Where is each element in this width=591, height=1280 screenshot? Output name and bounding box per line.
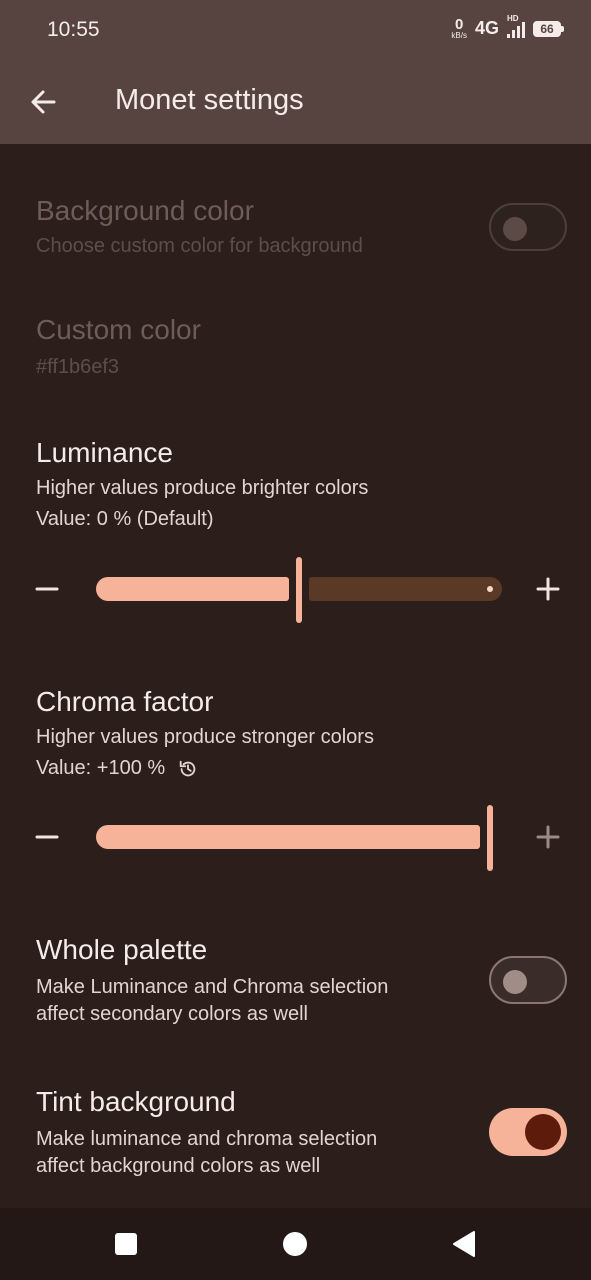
chroma-factor-value: Value: +100 %: [36, 757, 166, 779]
slider-track-active: [96, 825, 480, 849]
tint-background-description-line2: affect background colors as well: [36, 1155, 321, 1177]
triangle-back-icon[interactable]: [450, 1230, 478, 1258]
minus-icon[interactable]: [27, 569, 67, 609]
background-color-toggle[interactable]: [489, 203, 567, 251]
chroma-factor-title: Chroma factor: [36, 686, 214, 717]
luminance-value: Value: 0 % (Default): [36, 508, 214, 530]
arrow-left-icon: [31, 90, 56, 114]
slider-thumb[interactable]: [487, 805, 493, 871]
tint-background-toggle[interactable]: [489, 1108, 567, 1156]
square-icon[interactable]: [112, 1230, 140, 1258]
status-icons: 0 kB/s 4G HD 66: [451, 14, 564, 40]
status-bar: 10:55 0 kB/s 4G HD 66: [0, 0, 591, 60]
setting-luminance: Luminance Higher values produce brighter…: [36, 437, 368, 531]
network-speed: 0 kB/s: [451, 17, 467, 40]
tint-background-title: Tint background: [36, 1086, 236, 1117]
toggle-knob: [503, 217, 527, 241]
whole-palette-description-line1: Make Luminance and Chroma selection: [36, 976, 389, 998]
network-speed-unit: kB/s: [451, 31, 467, 40]
app-bar: Monet settings: [0, 60, 591, 144]
back-button[interactable]: [26, 84, 62, 120]
luminance-description: Higher values produce brighter colors: [36, 477, 369, 499]
slider-track-active: [96, 577, 289, 601]
minus-icon[interactable]: [27, 817, 67, 857]
slider-track-inactive: [309, 577, 502, 601]
custom-color-title: Custom color: [36, 314, 201, 345]
plus-icon[interactable]: [528, 569, 568, 609]
setting-chroma-factor: Chroma factor Higher values produce stro…: [36, 686, 374, 780]
whole-palette-toggle[interactable]: [489, 956, 567, 1004]
slider-thumb[interactable]: [296, 557, 302, 623]
plus-icon[interactable]: [528, 817, 568, 857]
setting-tint-background: Tint background Make luminance and chrom…: [36, 1086, 377, 1180]
circle-icon[interactable]: [281, 1230, 309, 1258]
network-type-label: 4G: [474, 18, 499, 38]
whole-palette-title: Whole palette: [36, 934, 208, 965]
luminance-slider[interactable]: [0, 557, 591, 623]
chroma-factor-description: Higher values produce stronger colors: [36, 726, 374, 748]
luminance-title: Luminance: [36, 437, 173, 468]
background-color-title: Background color: [36, 195, 254, 226]
toggle-knob: [503, 970, 527, 994]
status-time: 10:55: [47, 18, 100, 41]
custom-color-value: #ff1b6ef3: [36, 356, 120, 378]
page-title: Monet settings: [115, 84, 304, 116]
battery-icon: 66: [533, 20, 564, 37]
hd-label: HD: [507, 13, 519, 23]
navigation-bar: [0, 1208, 591, 1280]
setting-whole-palette: Whole palette Make Luminance and Chroma …: [36, 934, 388, 1028]
setting-background-color: Background color Choose custom color for…: [36, 195, 363, 260]
reset-icon[interactable]: [177, 758, 199, 780]
setting-custom-color: Custom color #ff1b6ef3: [36, 314, 201, 381]
signal-icon: HD: [507, 14, 525, 38]
luminance-value-line: Value: 0 % (Default): [36, 508, 368, 531]
slider-stop-dot: [487, 586, 493, 592]
tint-background-description-line1: Make luminance and chroma selection: [36, 1128, 378, 1150]
toggle-knob: [525, 1114, 561, 1150]
chroma-factor-slider[interactable]: [0, 805, 591, 871]
chroma-value-line: Value: +100 %: [36, 757, 374, 780]
network-speed-value: 0: [455, 16, 464, 33]
background-color-description: Choose custom color for background: [36, 235, 363, 257]
whole-palette-description-line2: affect secondary colors as well: [36, 1003, 308, 1025]
